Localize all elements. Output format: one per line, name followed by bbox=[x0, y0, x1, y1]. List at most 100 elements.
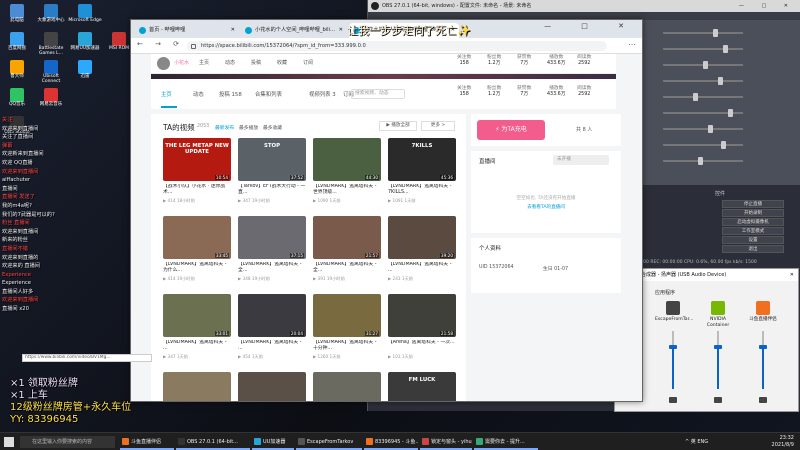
video-title[interactable]: 【Tarkov】EFT战术大行动 - 一直... bbox=[238, 184, 306, 197]
video-title[interactable]: 【LVNDMARK】逃离塔科夫 - 为什么... bbox=[163, 262, 231, 275]
sort-tab[interactable]: 最新发布 bbox=[215, 124, 234, 131]
slider-knob[interactable] bbox=[721, 141, 726, 149]
mini-nav-item[interactable]: 投稿 bbox=[251, 59, 261, 66]
mini-nav-item[interactable]: 收藏 bbox=[277, 59, 287, 66]
video-thumbnail[interactable]: 39:20 bbox=[388, 216, 456, 259]
video-title[interactable]: 【战术小队】小花水 · 迷你战术... bbox=[163, 184, 231, 197]
volume-slider[interactable] bbox=[669, 331, 677, 389]
play-all-button[interactable]: ▶ 播放全部 bbox=[379, 121, 417, 131]
video-card[interactable]: FM LUCK bbox=[388, 372, 456, 401]
video-thumbnail[interactable]: THE LEG METAP NEW UPDATE 10:54 bbox=[163, 138, 231, 181]
slider-knob[interactable] bbox=[708, 125, 713, 133]
menu-icon[interactable]: ⋯ bbox=[628, 40, 636, 49]
taskbar-app[interactable]: 斗鱼直播伴侣 bbox=[120, 434, 174, 450]
video-card[interactable]: 7KILLS 45:36 【LVNDMARK】逃离塔科夫 - 7KILLS... ▶ … bbox=[388, 138, 456, 204]
avatar[interactable] bbox=[157, 57, 170, 70]
taskbar-app[interactable]: UU加速器 bbox=[252, 434, 294, 450]
obs-audio-slider[interactable] bbox=[663, 125, 743, 133]
video-title[interactable]: 【LVNDMARK】逃离塔科夫 - 十分钟... bbox=[313, 340, 381, 353]
nav-tab[interactable]: 视频列表 3 bbox=[309, 90, 336, 98]
mini-nav-item[interactable]: 主页 bbox=[199, 59, 209, 66]
stat-item[interactable]: 粉丝数 1.2万 bbox=[487, 86, 501, 98]
close-icon[interactable]: ✕ bbox=[339, 23, 343, 38]
stat-item[interactable]: 关注数 158 bbox=[457, 86, 471, 98]
stat-item[interactable]: 获赞数 7万 bbox=[517, 86, 531, 98]
volume-knob[interactable] bbox=[669, 345, 677, 350]
video-card[interactable]: 21:58 【Arena】逃离塔科夫 - 一次... ▶ 103 1天前 bbox=[388, 294, 456, 360]
slider-knob[interactable] bbox=[718, 77, 723, 85]
video-title[interactable]: 【Arena】逃离塔科夫 - 一次... bbox=[388, 340, 456, 353]
window-controls[interactable]: — □ ✕ bbox=[544, 22, 638, 30]
desktop-icon[interactable]: Battlestate Games L... bbox=[34, 32, 68, 57]
username-mini[interactable]: 小花水 bbox=[174, 59, 189, 66]
desktop-icon[interactable]: 网易UU加速器 bbox=[68, 32, 102, 52]
video-title[interactable]: 【LVNDMARK】逃离塔科夫 - 全... bbox=[238, 262, 306, 275]
obs-audio-slider[interactable] bbox=[663, 61, 743, 69]
tray-icons[interactable]: ^ 英 ENG bbox=[685, 438, 708, 445]
video-card[interactable]: 21:57 【LVNDMARK】逃离塔科夫 - 全... ▶ 391 19小时前 bbox=[313, 216, 381, 282]
control-button[interactable]: 停止直播 bbox=[722, 200, 784, 208]
control-button[interactable]: 设置 bbox=[722, 236, 784, 244]
desktop-icon[interactable]: 大象游戏中心 bbox=[34, 4, 68, 24]
volume-slider[interactable] bbox=[759, 331, 767, 389]
obs-audio-slider[interactable] bbox=[663, 141, 743, 149]
nav-tab[interactable]: 主页 bbox=[161, 90, 172, 98]
obs-audio-slider[interactable] bbox=[663, 157, 743, 165]
nav-tab[interactable]: 合集和列表 bbox=[255, 90, 282, 98]
taskbar-search[interactable]: 在这里输入你要搜索的内容 bbox=[20, 436, 115, 448]
clock[interactable]: 23:32 2021/8/9 bbox=[772, 435, 794, 449]
video-card[interactable]: 37:15 【LVNDMARK】逃离塔科夫 - 全... ▶ 348 19小时前 bbox=[238, 216, 306, 282]
video-thumbnail[interactable] bbox=[238, 372, 306, 401]
video-thumbnail[interactable]: 37:15 bbox=[238, 216, 306, 259]
tab[interactable]: 首页 - 哔哩哔哩 ✕ bbox=[135, 23, 239, 38]
obs-audio-slider[interactable] bbox=[663, 109, 743, 117]
window-controls[interactable]: — □ ✕ bbox=[739, 0, 796, 12]
volume-slider[interactable] bbox=[714, 331, 722, 389]
slider-knob[interactable] bbox=[728, 109, 733, 117]
video-thumbnail[interactable]: 33:01 bbox=[163, 294, 231, 337]
desktop-icon[interactable]: 百度网盘 bbox=[0, 32, 34, 52]
control-button[interactable]: 启动虚拟摄像机 bbox=[722, 218, 784, 226]
slider-knob[interactable] bbox=[703, 61, 708, 69]
video-thumbnail[interactable]: 31:27 bbox=[313, 294, 381, 337]
nav-buttons[interactable]: ← → ⟳ bbox=[137, 40, 184, 48]
taskbar-app[interactable]: 需要你去 - 提升... bbox=[474, 434, 538, 450]
obs-audio-slider[interactable] bbox=[663, 45, 743, 53]
close-icon[interactable]: ✕ bbox=[231, 23, 235, 38]
obs-audio-slider[interactable] bbox=[663, 93, 743, 101]
mute-speaker-icon[interactable] bbox=[669, 397, 677, 403]
video-thumbnail[interactable]: 44:30 bbox=[313, 138, 381, 181]
taskbar-app[interactable]: 83396945 - 斗鱼... bbox=[364, 434, 418, 450]
video-thumbnail[interactable]: 33:45 bbox=[163, 216, 231, 259]
taskbar-app[interactable]: 锁定与窗头 - yihui... bbox=[420, 434, 472, 450]
video-card[interactable]: 33:45 【LVNDMARK】逃离塔科夫 - 为什么... ▶ 414 19小时前 bbox=[163, 216, 231, 282]
stat-item[interactable]: 播放数 433.6万 bbox=[547, 86, 566, 98]
mute-speaker-icon[interactable] bbox=[714, 397, 722, 403]
mute-speaker-icon[interactable] bbox=[759, 397, 767, 403]
video-thumbnail[interactable]: FM LUCK bbox=[388, 372, 456, 401]
video-thumbnail[interactable]: 7KILLS 45:36 bbox=[388, 138, 456, 181]
video-thumbnail[interactable]: 20:04 bbox=[238, 294, 306, 337]
video-title[interactable]: 【LVNDMARK】逃离塔科夫 - ... bbox=[163, 340, 231, 353]
video-card[interactable]: 44:30 【LVNDMARK】逃离塔科夫 - 世界顶级... ▶ 1090 1天前 bbox=[313, 138, 381, 204]
desktop-icon[interactable]: 网易云音乐 bbox=[34, 88, 68, 108]
desktop-icon[interactable]: 鲁大师 bbox=[0, 60, 34, 80]
video-thumbnail[interactable]: 21:58 bbox=[388, 294, 456, 337]
video-thumbnail[interactable]: STOP 37:52 bbox=[238, 138, 306, 181]
video-card[interactable]: 31:27 【LVNDMARK】逃离塔科夫 - 十分钟... ▶ 1260 1天前 bbox=[313, 294, 381, 360]
video-card[interactable]: THE LEG METAP NEW UPDATE 10:54 【战术小队】小花水 ·… bbox=[163, 138, 231, 204]
volume-knob[interactable] bbox=[714, 345, 722, 350]
video-title[interactable]: 【LVNDMARK】逃离塔科夫 - 世界顶级... bbox=[313, 184, 381, 197]
video-card[interactable] bbox=[313, 372, 381, 401]
video-card[interactable]: STOP 37:52 【Tarkov】EFT战术大行动 - 一直... ▶ 347 1… bbox=[238, 138, 306, 204]
video-card[interactable] bbox=[238, 372, 306, 401]
desktop-icon[interactable]: Ubisoft Connect bbox=[34, 60, 68, 85]
taskbar-app[interactable]: EscapeFromTarkov bbox=[296, 434, 362, 450]
control-button[interactable]: 开始录制 bbox=[722, 209, 784, 217]
desktop-icon[interactable]: 此电脑 bbox=[0, 4, 34, 24]
video-card[interactable]: 33:01 【LVNDMARK】逃离塔科夫 - ... ▶ 347 1天前 bbox=[163, 294, 231, 360]
nav-tab[interactable]: 动态 bbox=[193, 90, 204, 98]
video-title[interactable]: 【LVNDMARK】逃离塔科夫 - 7KILLS... bbox=[388, 184, 456, 197]
windows-start-icon[interactable] bbox=[4, 437, 14, 447]
address-bar[interactable]: https://space.bilibili.com/15372064/?spm… bbox=[187, 41, 607, 51]
